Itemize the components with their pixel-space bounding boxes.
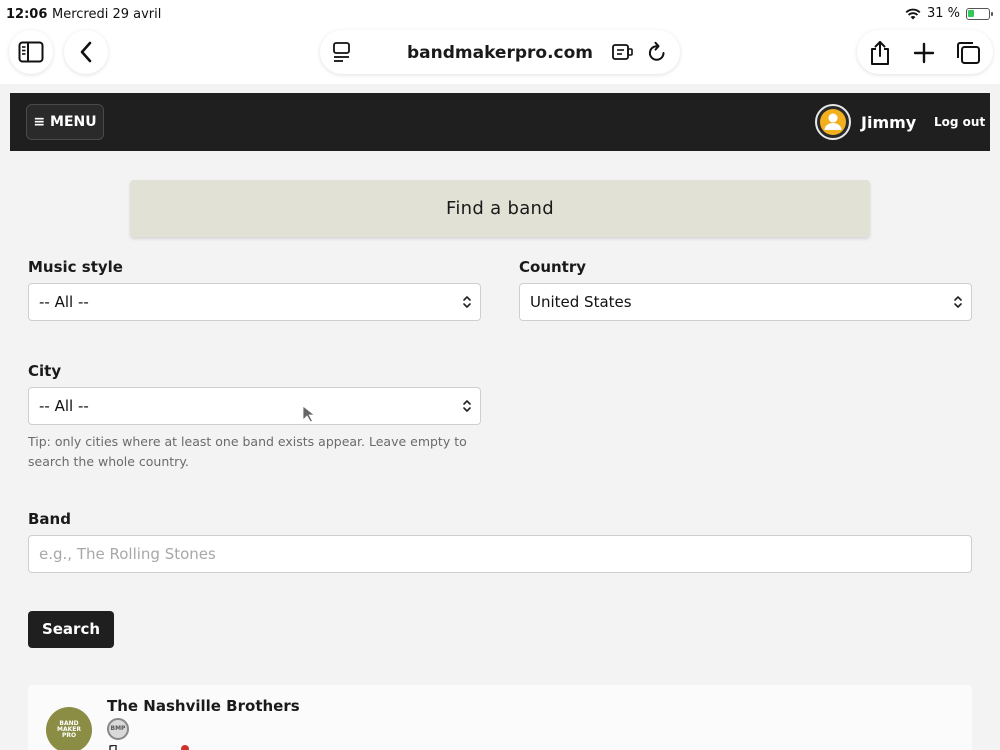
wifi-icon xyxy=(905,8,921,19)
country-label: Country xyxy=(519,258,587,276)
band-result-card[interactable]: BAND MAKER PRO The Nashville Brothers BM… xyxy=(28,685,972,750)
back-button[interactable] xyxy=(64,30,108,74)
site-header: ≡ MENU Jimmy Log out xyxy=(10,93,990,151)
city-value: -- All -- xyxy=(39,397,89,415)
menu-button[interactable]: ≡ MENU xyxy=(26,104,104,140)
status-bar: 12:06 Mercredi 29 avril 31 % xyxy=(0,0,1000,28)
country-select[interactable]: United States xyxy=(519,283,972,321)
reader-extension-icon[interactable] xyxy=(612,42,634,62)
sidebar-icon xyxy=(18,41,44,63)
select-chevron-icon xyxy=(463,296,471,308)
status-time: 12:06 xyxy=(6,7,48,22)
logout-link[interactable]: Log out xyxy=(934,115,985,129)
tabs-icon[interactable] xyxy=(955,41,981,65)
band-logo-text: BAND MAKER PRO xyxy=(57,720,81,739)
browser-actions xyxy=(857,30,993,74)
band-logo: BAND MAKER PRO xyxy=(46,707,92,750)
band-name[interactable]: The Nashville Brothers xyxy=(107,697,300,715)
mouse-pointer-icon xyxy=(302,405,316,423)
music-style-value: -- All -- xyxy=(39,293,89,311)
plus-icon[interactable] xyxy=(913,42,935,64)
battery-icon xyxy=(966,7,993,20)
address-bar[interactable]: bandmakerpro.com xyxy=(320,30,680,74)
page-title: Find a band xyxy=(130,180,870,237)
music-style-label: Music style xyxy=(28,258,123,276)
band-input[interactable]: e.g., The Rolling Stones xyxy=(28,535,972,573)
city-tip: Tip: only cities where at least one band… xyxy=(28,434,467,469)
status-date: Mercredi 29 avril xyxy=(52,7,162,22)
select-chevron-icon xyxy=(463,400,471,412)
battery-fill xyxy=(968,9,974,17)
music-note-icon xyxy=(109,744,117,750)
city-label: City xyxy=(28,362,62,380)
share-icon[interactable] xyxy=(869,40,891,66)
chevron-left-icon xyxy=(80,41,92,63)
reload-icon[interactable] xyxy=(647,41,667,63)
bmp-badge: BMP xyxy=(107,718,129,740)
country-value: United States xyxy=(530,293,632,311)
band-label: Band xyxy=(28,510,71,528)
status-indicators: 31 % xyxy=(905,6,993,21)
user-avatar-icon xyxy=(820,109,846,135)
browser-toolbar: bandmakerpro.com xyxy=(0,28,1000,84)
city-select[interactable]: -- All -- xyxy=(28,387,481,425)
user-avatar[interactable] xyxy=(815,104,851,140)
battery-percent: 31 % xyxy=(926,6,960,21)
music-style-select[interactable]: -- All -- xyxy=(28,283,481,321)
user-name[interactable]: Jimmy xyxy=(861,113,916,132)
band-meta-row xyxy=(107,744,189,750)
location-pin-icon xyxy=(180,745,189,750)
band-input-placeholder: e.g., The Rolling Stones xyxy=(39,545,216,563)
sidebar-toggle-button[interactable] xyxy=(9,30,53,74)
select-chevron-icon xyxy=(954,296,962,308)
search-button[interactable]: Search xyxy=(28,611,114,648)
